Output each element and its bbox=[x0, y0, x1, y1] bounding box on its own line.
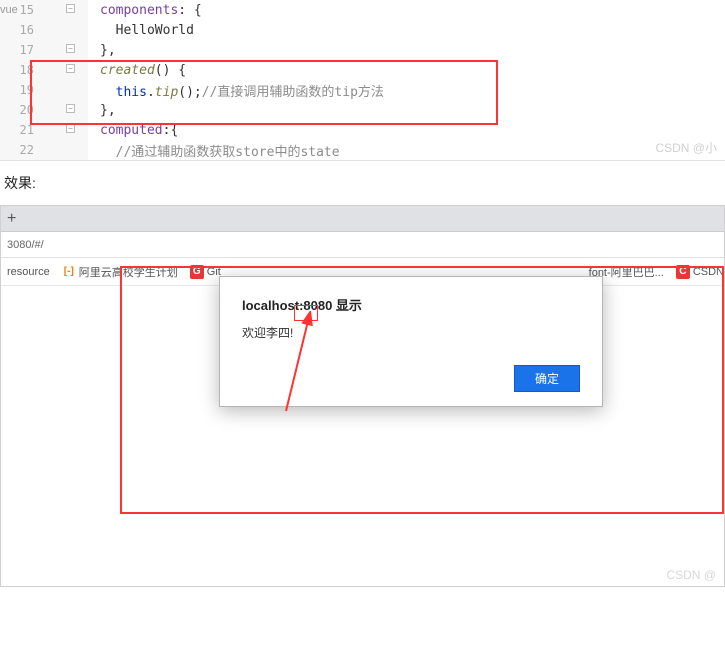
aliyun-icon: [-] bbox=[62, 265, 76, 279]
fold-gutter bbox=[38, 140, 88, 160]
js-alert-dialog: localhost:8080 显示 欢迎李四! 确定 bbox=[219, 276, 603, 407]
alert-title: localhost:8080 显示 bbox=[242, 295, 580, 314]
code-text: components: { bbox=[88, 3, 202, 18]
bookmark-item[interactable]: [-] 阿里云高校学生计划 bbox=[62, 264, 178, 280]
fold-toggle-icon[interactable]: − bbox=[66, 4, 75, 13]
address-text: 3080/#/ bbox=[7, 239, 44, 251]
code-line[interactable]: 18 − created() { bbox=[0, 60, 725, 80]
code-editor-panel: vue 15−components: {16 HelloWorld17−},18… bbox=[0, 0, 725, 161]
csdn-watermark: CSDN @ bbox=[666, 568, 716, 582]
code-text: this.tip();//直接调用辅助函数的tip方法 bbox=[88, 81, 384, 100]
address-bar[interactable]: 3080/#/ bbox=[1, 232, 724, 258]
code-text: created() { bbox=[88, 63, 186, 78]
line-number: 21 bbox=[0, 120, 38, 140]
fold-gutter: − bbox=[38, 0, 88, 20]
fold-gutter bbox=[38, 20, 88, 40]
code-line[interactable]: 19 this.tip();//直接调用辅助函数的tip方法 bbox=[0, 80, 725, 100]
code-line[interactable]: 20 −}, bbox=[0, 100, 725, 120]
code-text: }, bbox=[88, 103, 116, 118]
bookmark-label: CSDN bbox=[693, 266, 724, 278]
code-line[interactable]: 16 HelloWorld bbox=[0, 20, 725, 40]
bookmark-item[interactable]: resource bbox=[7, 266, 50, 278]
fold-gutter bbox=[38, 80, 88, 100]
bookmark-item[interactable]: C CSDN bbox=[676, 265, 724, 279]
code-line[interactable]: 21 − computed:{ bbox=[0, 120, 725, 140]
line-number: 17 bbox=[0, 40, 38, 60]
code-text: HelloWorld bbox=[88, 23, 194, 38]
bookmark-label: 阿里云高校学生计划 bbox=[79, 264, 178, 280]
line-number: 22 bbox=[0, 140, 38, 160]
fold-toggle-icon[interactable]: − bbox=[66, 124, 75, 133]
new-tab-button[interactable]: + bbox=[7, 210, 16, 228]
fold-toggle-icon[interactable]: − bbox=[66, 44, 75, 53]
line-number: 16 bbox=[0, 20, 38, 40]
line-number: 20 bbox=[0, 100, 38, 120]
bookmark-label: resource bbox=[7, 266, 50, 278]
fold-gutter: − bbox=[38, 120, 88, 140]
code-text: computed:{ bbox=[88, 123, 178, 138]
code-line-container: 15−components: {16 HelloWorld17−},18−cre… bbox=[0, 0, 725, 160]
fold-gutter: − bbox=[38, 100, 88, 120]
code-text: //通过辅助函数获取store中的state bbox=[88, 141, 340, 160]
fold-gutter: − bbox=[38, 40, 88, 60]
code-text: }, bbox=[88, 43, 116, 58]
browser-tabbar[interactable]: + bbox=[1, 206, 724, 232]
csdn-icon: C bbox=[676, 265, 690, 279]
fold-gutter: − bbox=[38, 60, 88, 80]
alert-message: 欢迎李四! bbox=[242, 324, 580, 341]
fold-toggle-icon[interactable]: − bbox=[66, 64, 75, 73]
effect-heading: 效果: bbox=[0, 161, 725, 205]
csdn-watermark: CSDN @小 bbox=[655, 139, 717, 156]
code-line[interactable]: 15−components: { bbox=[0, 0, 725, 20]
gitee-icon: G bbox=[190, 265, 204, 279]
line-number: 18 bbox=[0, 60, 38, 80]
code-line[interactable]: 22 //通过辅助函数获取store中的state bbox=[0, 140, 725, 160]
browser-window: + 3080/#/ resource [-] 阿里云高校学生计划 G Git f… bbox=[0, 205, 725, 587]
line-number: 19 bbox=[0, 80, 38, 100]
bookmark-item[interactable]: G Git bbox=[190, 265, 221, 279]
code-line[interactable]: 17 −}, bbox=[0, 40, 725, 60]
alert-ok-button[interactable]: 确定 bbox=[514, 365, 580, 392]
fold-toggle-icon[interactable]: − bbox=[66, 104, 75, 113]
editor-filetype-label: vue bbox=[0, 4, 18, 16]
